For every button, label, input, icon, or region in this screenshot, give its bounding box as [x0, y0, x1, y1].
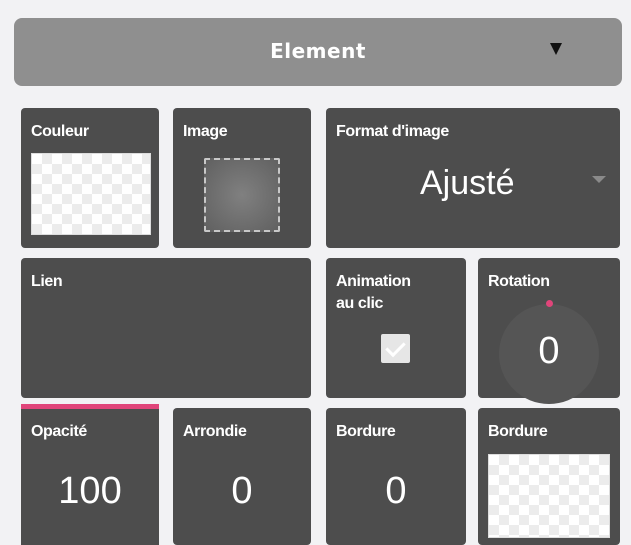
border-color-swatch[interactable]	[488, 454, 610, 538]
chevron-down-icon[interactable]	[592, 176, 606, 183]
rotation-dial[interactable]: 0	[499, 300, 599, 404]
format-select-value[interactable]: Ajusté	[420, 164, 515, 203]
animation-checkbox[interactable]	[381, 334, 410, 363]
opacite-label: Opacité	[31, 423, 87, 440]
couleur-tile[interactable]: Couleur	[21, 108, 159, 248]
bordure-width-label: Bordure	[336, 423, 396, 440]
rotation-value: 0	[538, 330, 560, 372]
bordure-width-tile[interactable]: Bordure 0	[326, 408, 466, 545]
check-icon	[385, 336, 406, 358]
opacite-value[interactable]: 100	[21, 470, 159, 513]
caret-down-icon	[550, 43, 562, 55]
image-label: Image	[183, 123, 228, 140]
image-tile[interactable]: Image	[173, 108, 311, 248]
image-placeholder-icon[interactable]	[204, 158, 280, 232]
format-label: Format d'image	[336, 123, 449, 140]
bordure-color-tile[interactable]: Bordure	[478, 408, 620, 545]
arrondie-tile[interactable]: Arrondie 0	[173, 408, 311, 545]
rotation-label: Rotation	[488, 273, 550, 290]
lien-tile[interactable]: Lien	[21, 258, 311, 398]
bordure-color-label: Bordure	[488, 423, 548, 440]
couleur-label: Couleur	[31, 123, 89, 140]
opacity-indicator	[21, 404, 159, 409]
color-swatch[interactable]	[31, 153, 151, 235]
lien-label: Lien	[31, 273, 63, 290]
arrondie-label: Arrondie	[183, 423, 247, 440]
element-dropdown-label: Element	[270, 39, 366, 63]
format-tile[interactable]: Format d'image Ajusté	[326, 108, 620, 248]
animation-tile[interactable]: Animation au clic	[326, 258, 466, 398]
opacite-tile[interactable]: Opacité 100	[21, 404, 159, 545]
rotation-tile[interactable]: Rotation 0	[478, 258, 620, 404]
animation-label: Animation au clic	[336, 273, 411, 312]
bordure-width-value[interactable]: 0	[326, 470, 466, 513]
element-dropdown[interactable]: Element	[14, 18, 622, 86]
rotation-handle[interactable]	[546, 300, 553, 307]
arrondie-value[interactable]: 0	[173, 470, 311, 513]
